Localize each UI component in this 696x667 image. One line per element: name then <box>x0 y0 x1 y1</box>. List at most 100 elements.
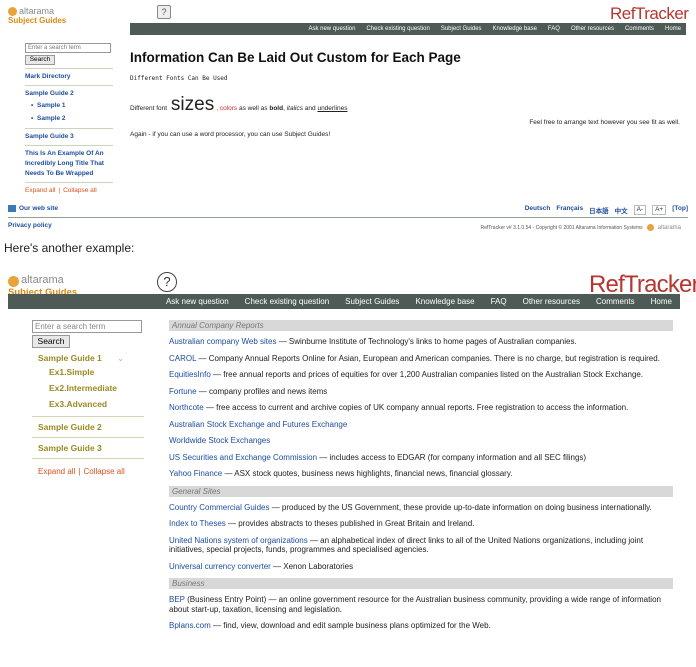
sidebar-sub-item[interactable]: Ex1.Simple <box>32 364 144 380</box>
nav-item-faq[interactable]: FAQ <box>491 297 507 306</box>
expand-all-link[interactable]: Expand all <box>38 467 75 476</box>
resource-link[interactable]: Yahoo Finance <box>169 469 222 478</box>
lang-deutsch[interactable]: Deutsch <box>525 205 551 215</box>
top-link[interactable]: [Top] <box>672 205 688 215</box>
resource-link[interactable]: Universal currency converter <box>169 562 271 571</box>
resource-description: — Company Annual Reports Online for Asia… <box>196 353 660 363</box>
sidebar-sub-item[interactable]: Sample 1 <box>25 99 113 112</box>
altarama-logo[interactable]: altarama Subject Guides <box>8 5 68 25</box>
nav-item-check-existing-question[interactable]: Check existing question <box>366 26 429 32</box>
nav-item-home[interactable]: Home <box>665 26 681 32</box>
sidebar-item-mark-directory[interactable]: Mark Directory <box>25 72 113 82</box>
search-input[interactable]: Enter a search term <box>25 43 111 53</box>
sidebar-item-guide-1[interactable]: Sample Guide 1 ⌄ <box>32 352 144 364</box>
nav-item-knowledge-base[interactable]: Knowledge base <box>415 297 474 306</box>
nav-item-other-resources[interactable]: Other resources <box>523 297 580 306</box>
logo-brand: altarama <box>19 6 55 16</box>
sidebar-item-guide-3[interactable]: Sample Guide 3 <box>32 442 144 454</box>
logo-dot-icon <box>646 224 654 231</box>
search-button[interactable]: Search <box>32 335 70 348</box>
resource-description: — free annual reports and prices of equi… <box>210 370 644 379</box>
resource-link[interactable]: Australian Stock Exchange and Futures Ex… <box>169 420 347 429</box>
resource-description: — ASX stock quotes, business news highli… <box>222 469 513 478</box>
lang-chinese[interactable]: 中文 <box>615 205 628 215</box>
resource-link[interactable]: US Securities and Exchange Commission <box>169 453 317 462</box>
resource-description: (Business Entry Point) — an online gover… <box>169 595 661 614</box>
sidebar-item-guide[interactable]: Sample Guide 2 <box>25 89 113 99</box>
sidebar: Enter a search term Search Sample Guide … <box>32 320 144 476</box>
list-item: Bplans.com — find, view, download and ed… <box>169 621 673 631</box>
again-text: Again - if you can use a word processor,… <box>130 131 331 138</box>
resource-description: — provides abstracts to theses published… <box>225 519 475 528</box>
nav-item-comments[interactable]: Comments <box>596 297 635 306</box>
nav-item-knowledge-base[interactable]: Knowledge base <box>493 26 537 32</box>
sidebar-item-guide-3[interactable]: Sample Guide 3 <box>25 132 113 142</box>
list-item: US Securities and Exchange Commission — … <box>169 453 673 463</box>
sidebar-item-guide-2[interactable]: Sample Guide 2 <box>32 421 144 433</box>
lang-japanese[interactable]: 日本語 <box>589 205 609 215</box>
list-item: Universal currency converter — Xenon Lab… <box>169 562 673 572</box>
resource-link[interactable]: Fortune <box>169 387 197 396</box>
list-item: Australian Stock Exchange and Futures Ex… <box>169 420 673 430</box>
sidebar-sub-item[interactable]: Ex2.Intermediate <box>32 380 144 396</box>
list-item: Yahoo Finance — ASX stock quotes, busine… <box>169 469 673 479</box>
screenshot-2: altarama Subject Guides ? RefTracker Ask… <box>0 266 696 667</box>
web-icon <box>8 205 16 212</box>
right-note: Feel free to arrange text however you se… <box>529 119 680 126</box>
expand-all-link[interactable]: Expand all <box>25 187 55 194</box>
search-button[interactable]: Search <box>25 55 55 65</box>
nav-item-subject-guides[interactable]: Subject Guides <box>345 297 399 306</box>
nav-item-other-resources[interactable]: Other resources <box>571 26 614 32</box>
top-nav: Ask new question Check existing question S… <box>8 294 680 309</box>
resource-link[interactable]: CAROL <box>169 354 196 363</box>
resource-link[interactable]: Country Commercial Guides <box>169 503 269 512</box>
font-decrease-button[interactable]: A- <box>633 205 647 215</box>
lang-francais[interactable]: Français <box>556 205 583 215</box>
font-increase-button[interactable]: A+ <box>652 205 667 215</box>
list-item: Australian company Web sites — Swinburne… <box>169 337 673 347</box>
resource-link[interactable]: Worldwide Stock Exchanges <box>169 436 270 445</box>
help-icon[interactable]: ? <box>157 5 171 19</box>
resource-link[interactable]: Australian company Web sites <box>169 337 276 346</box>
resource-link[interactable]: BEP <box>169 595 185 604</box>
nav-item-faq[interactable]: FAQ <box>548 26 560 32</box>
resource-link[interactable]: Index to Theses <box>169 519 226 528</box>
footer-row: Our web site Deutsch Français 日本語 中文 A- … <box>8 205 688 217</box>
resource-link[interactable]: Bplans.com <box>169 621 211 630</box>
sizes-line: Different font sizes, colors as well as … <box>130 94 348 115</box>
nav-item-check-existing-question[interactable]: Check existing question <box>245 297 330 306</box>
search-input[interactable]: Enter a search term <box>32 320 142 333</box>
chevron-down-icon[interactable]: ⌄ <box>117 353 124 365</box>
nav-item-subject-guides[interactable]: Subject Guides <box>441 26 482 32</box>
main-content: Information Can Be Laid Out Custom for E… <box>130 50 680 138</box>
nav-item-ask-new-question[interactable]: Ask new question <box>308 26 355 32</box>
resource-description: — Swinburne Institute of Technology's li… <box>276 337 577 346</box>
resource-link[interactable]: Northcote <box>169 403 204 412</box>
list-item: EquitiesInfo — free annual reports and p… <box>169 370 673 380</box>
nav-item-home[interactable]: Home <box>651 297 672 306</box>
resource-link[interactable]: EquitiesInfo <box>169 370 211 379</box>
collapse-all-link[interactable]: Collapse all <box>83 467 124 476</box>
section-header: Business <box>169 578 673 589</box>
nav-item-ask-new-question[interactable]: Ask new question <box>166 297 229 306</box>
our-web-site-link[interactable]: Our web site <box>8 205 58 212</box>
screenshot-1: altarama Subject Guides ? RefTracker Ask… <box>0 0 696 234</box>
page-title: Information Can Be Laid Out Custom for E… <box>130 50 461 65</box>
caption: Here's another example: <box>4 241 135 255</box>
reftracker-logo[interactable]: RefTracker <box>610 4 689 24</box>
sidebar-sub-item[interactable]: Ex3.Advanced <box>32 396 144 412</box>
list-item: Fortune — company profiles and news item… <box>169 387 673 397</box>
resource-description: — Xenon Laboratories <box>270 561 354 571</box>
collapse-all-link[interactable]: Collapse all <box>63 187 97 194</box>
main-content: Annual Company Reports Australian company… <box>169 320 673 638</box>
nav-item-comments[interactable]: Comments <box>625 26 654 32</box>
list-item: Country Commercial Guides — produced by … <box>169 503 673 513</box>
privacy-policy-link[interactable]: Privacy policy <box>8 222 52 229</box>
list-item: Northcote — free access to current and a… <box>169 403 673 413</box>
sidebar-item-long-title[interactable]: This Is An Example Of An Incredibly Long… <box>25 149 113 179</box>
resource-link[interactable]: United Nations system of organizations <box>169 536 308 545</box>
copyright: RefTracker v# 3.1.0.54 - Copyright © 200… <box>480 224 681 231</box>
help-icon[interactable]: ? <box>157 272 177 292</box>
sidebar-sub-item[interactable]: Sample 2 <box>25 112 113 125</box>
top-nav: Ask new question Check existing question S… <box>130 23 686 35</box>
